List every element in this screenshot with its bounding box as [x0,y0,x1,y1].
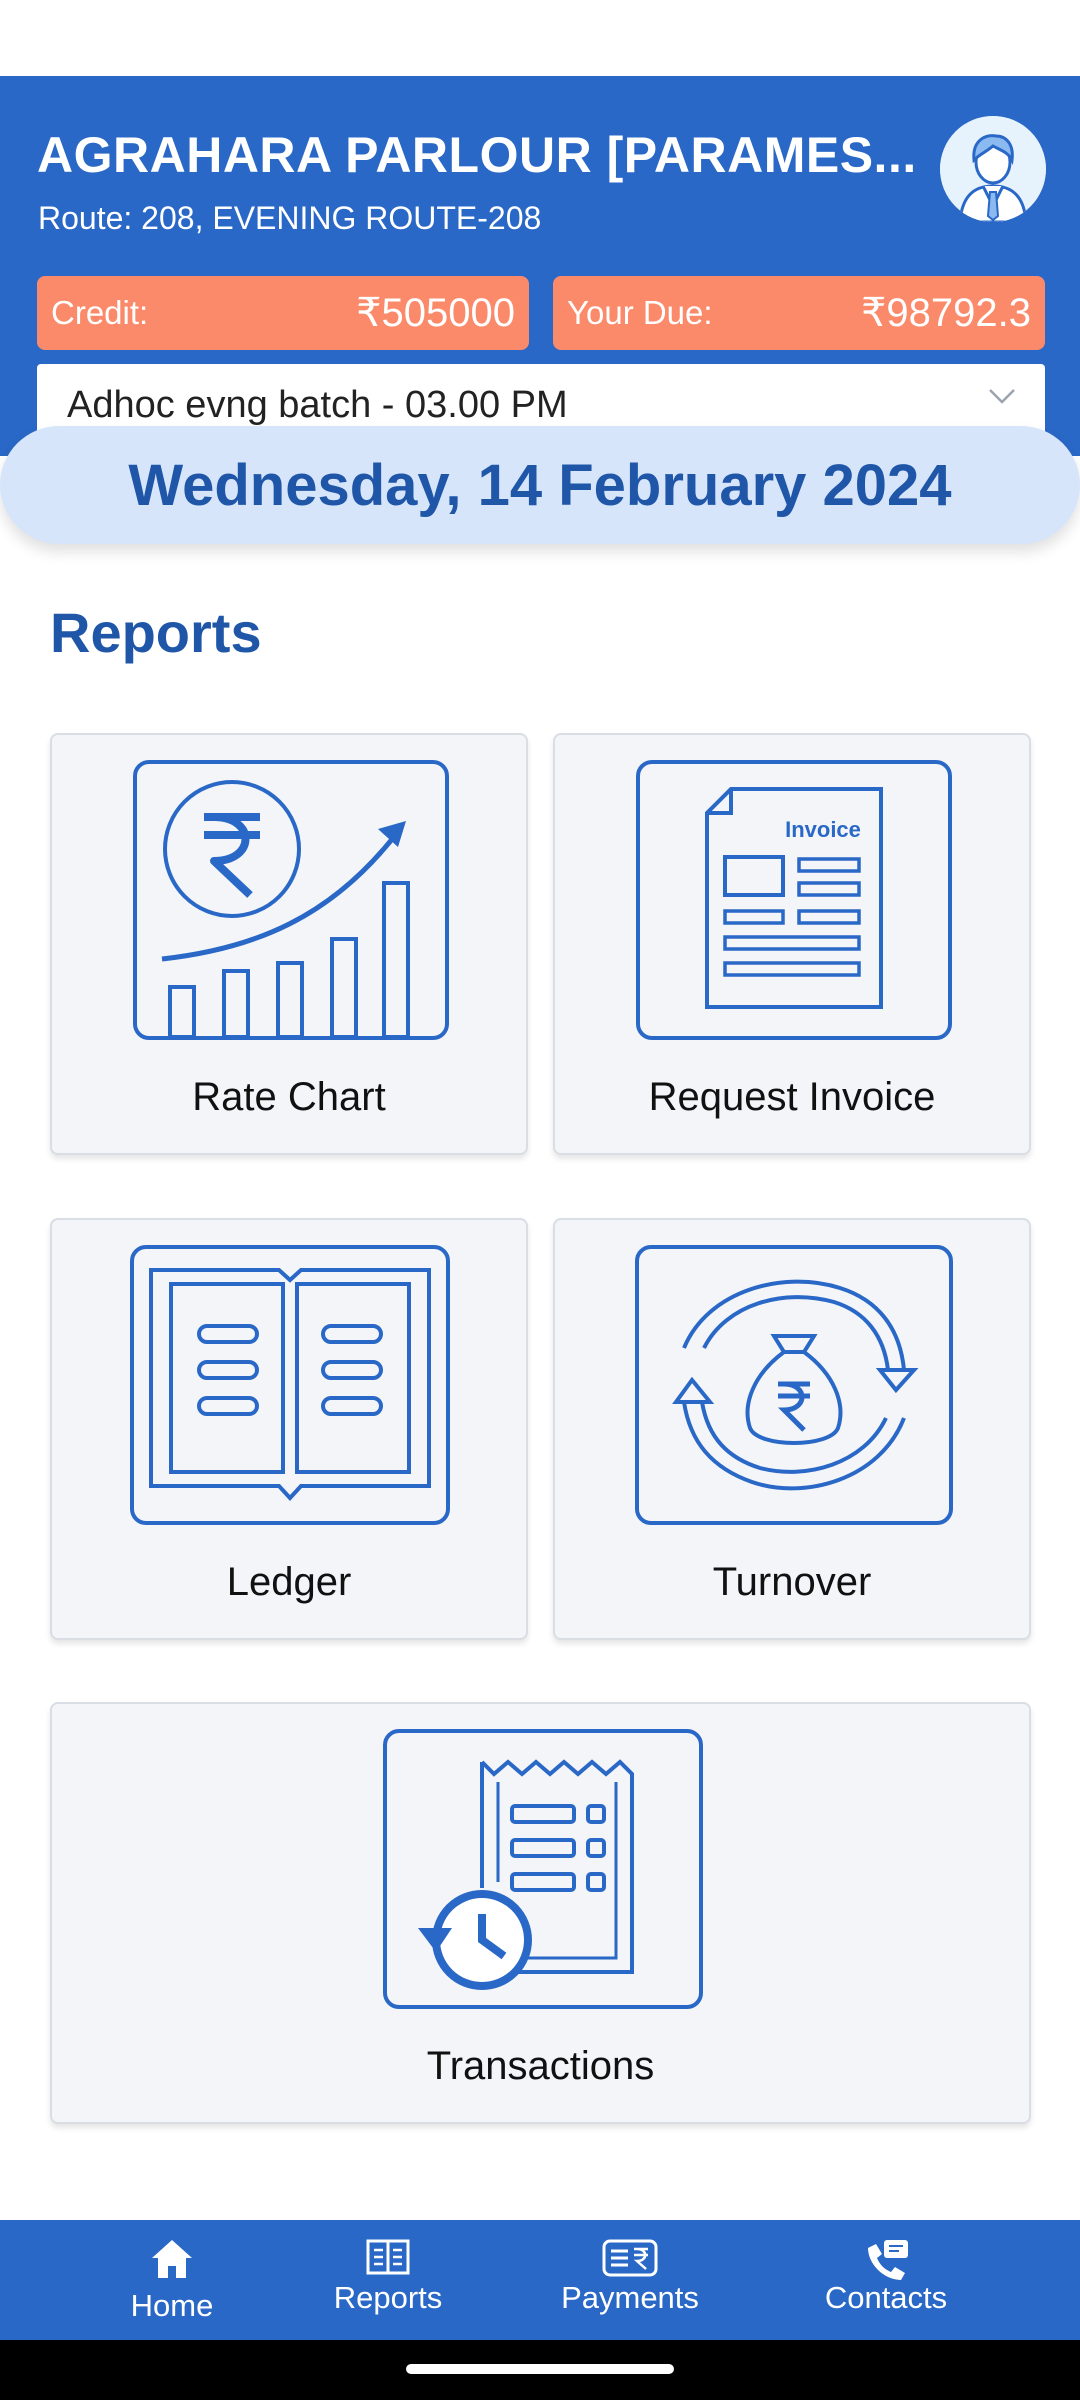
transactions-receipt-icon [383,1729,703,2009]
nav-payments[interactable]: Payments [530,2232,730,2332]
user-avatar-icon [940,116,1046,222]
due-value: ₹98792.3 [860,291,1031,335]
home-icon [152,2240,192,2278]
home-gesture-handle[interactable] [406,2364,674,2374]
request-invoice-tile[interactable]: Invoice Request Invoice [553,733,1031,1155]
bottom-navigation: Home Reports Payments Contacts [0,2220,1080,2340]
rate-chart-label: Rate Chart [192,1075,386,1119]
transactions-label: Transactions [426,2044,655,2088]
ledger-label: Ledger [226,1560,352,1604]
due-badge: Your Due: ₹98792.3 [553,276,1045,350]
credit-badge: Credit: ₹505000 [37,276,529,350]
nav-home-label: Home [130,2288,214,2323]
svg-text:Invoice: Invoice [785,817,861,842]
transactions-tile[interactable]: Transactions [50,1702,1031,2124]
turnover-money-bag-icon [635,1245,953,1525]
ledger-book-icon [130,1245,450,1525]
date-banner: Wednesday, 14 February 2024 [0,426,1080,544]
chevron-down-icon [987,386,1017,411]
payment-icon [602,2239,658,2277]
status-bar-area [0,0,1080,76]
parlour-title: AGRAHARA PARLOUR [PARAMES... [37,127,917,183]
turnover-tile[interactable]: Turnover [553,1218,1031,1640]
due-label: Your Due: [567,294,713,331]
nav-home[interactable]: Home [72,2232,272,2332]
avatar[interactable] [940,116,1046,222]
request-invoice-label: Request Invoice [648,1075,936,1119]
turnover-label: Turnover [712,1560,872,1604]
invoice-icon: Invoice [636,760,952,1040]
current-date: Wednesday, 14 February 2024 [128,453,952,518]
nav-payments-label: Payments [561,2280,699,2315]
phone-icon [868,2240,908,2280]
credit-label: Credit: [51,294,149,331]
route-text: Route: 208, EVENING ROUTE-208 [38,200,542,236]
ledger-tile[interactable]: Ledger [50,1218,528,1640]
nav-reports-label: Reports [333,2280,443,2315]
book-icon [366,2239,410,2275]
batch-selected-value: Adhoc evng batch - 03.00 PM [67,384,568,426]
nav-contacts-label: Contacts [824,2280,948,2315]
reports-heading: Reports [50,601,262,664]
credit-value: ₹505000 [356,291,515,335]
rate-chart-icon [133,760,449,1040]
header: AGRAHARA PARLOUR [PARAMES... Route: 208,… [0,76,1080,456]
gesture-navigation-bar [0,2340,1080,2400]
rate-chart-tile[interactable]: Rate Chart [50,733,528,1155]
nav-reports[interactable]: Reports [288,2232,488,2332]
nav-contacts[interactable]: Contacts [786,2232,986,2332]
